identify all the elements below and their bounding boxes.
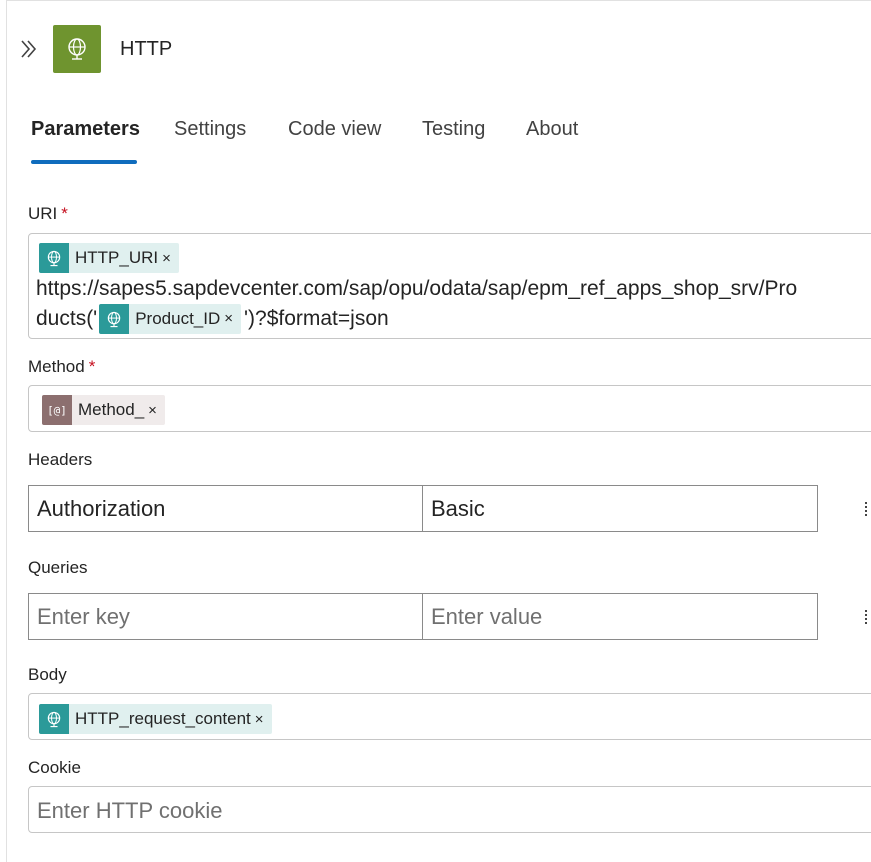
required-mark: *: [88, 357, 96, 376]
uri-label-text: URI: [28, 204, 58, 223]
method-dropdown[interactable]: [@] Method_ ×: [28, 385, 871, 432]
tab-about[interactable]: About: [526, 118, 578, 141]
uri-text-line2: ducts(' Product_ID × ')?$format=json: [36, 304, 871, 334]
uri-token-row: HTTP_URI ×: [39, 243, 871, 273]
active-tab-indicator: [31, 160, 137, 164]
uri-input[interactable]: HTTP_URI × https://sapes5.sapdevcenter.c…: [28, 233, 871, 339]
header-row-menu-icon[interactable]: [865, 502, 871, 516]
cookie-label: Cookie: [28, 758, 81, 777]
method-label-text: Method: [28, 357, 85, 376]
http-uri-token[interactable]: HTTP_URI ×: [39, 243, 179, 273]
headers-row: Authorization Basic: [28, 485, 818, 532]
remove-token-icon[interactable]: ×: [255, 711, 264, 728]
variable-icon: [@]: [42, 395, 72, 425]
remove-token-icon[interactable]: ×: [162, 250, 171, 267]
uri-text-line1: https://sapes5.sapdevcenter.com/sap/opu/…: [36, 277, 798, 300]
headers-label: Headers: [28, 450, 93, 469]
method-label: Method *: [28, 357, 95, 377]
query-value-input[interactable]: Enter value: [423, 593, 818, 640]
tab-settings[interactable]: Settings: [174, 118, 246, 141]
queries-row: Enter key Enter value: [28, 593, 818, 640]
header-value-input[interactable]: Basic: [423, 485, 818, 532]
uri-label: URI *: [28, 204, 68, 224]
queries-label: Queries: [28, 558, 88, 577]
tab-testing[interactable]: Testing: [422, 118, 485, 141]
action-title: HTTP: [120, 38, 173, 60]
globe-icon: [68, 38, 86, 60]
uri-text-prefix: ducts(': [36, 307, 98, 330]
token-globe-icon: [39, 704, 69, 734]
body-input[interactable]: HTTP_request_content ×: [28, 693, 871, 740]
cookie-input[interactable]: Enter HTTP cookie: [28, 786, 871, 833]
tab-parameters[interactable]: Parameters: [31, 118, 140, 141]
required-mark: *: [61, 204, 68, 223]
token-globe-icon: [39, 243, 69, 273]
tab-code-view[interactable]: Code view: [288, 118, 381, 141]
http-request-content-token-label: HTTP_request_content: [75, 709, 251, 728]
method-token[interactable]: [@] Method_ ×: [42, 395, 165, 425]
product-id-token[interactable]: Product_ID ×: [99, 304, 242, 334]
query-key-input[interactable]: Enter key: [28, 593, 423, 640]
cookie-placeholder: Enter HTTP cookie: [37, 798, 223, 823]
product-id-token-label: Product_ID: [135, 309, 221, 328]
http-request-content-token[interactable]: HTTP_request_content ×: [39, 704, 272, 734]
http-connector-icon: [53, 25, 101, 73]
uri-text-suffix: ')?$format=json: [244, 307, 389, 330]
panel-left-border: [6, 0, 7, 862]
header-key-input[interactable]: Authorization: [28, 485, 423, 532]
remove-token-icon[interactable]: ×: [148, 402, 157, 419]
remove-token-icon[interactable]: ×: [224, 304, 233, 334]
collapse-panel-button[interactable]: [16, 36, 42, 62]
double-chevron-right-icon: [21, 40, 37, 58]
method-token-label: Method_: [78, 400, 145, 419]
body-label: Body: [28, 665, 67, 684]
token-globe-icon: [99, 304, 130, 334]
panel-header: HTTP: [0, 24, 871, 74]
http-uri-token-label: HTTP_URI: [75, 248, 159, 267]
query-row-menu-icon[interactable]: [865, 610, 871, 624]
top-border: [6, 0, 871, 3]
